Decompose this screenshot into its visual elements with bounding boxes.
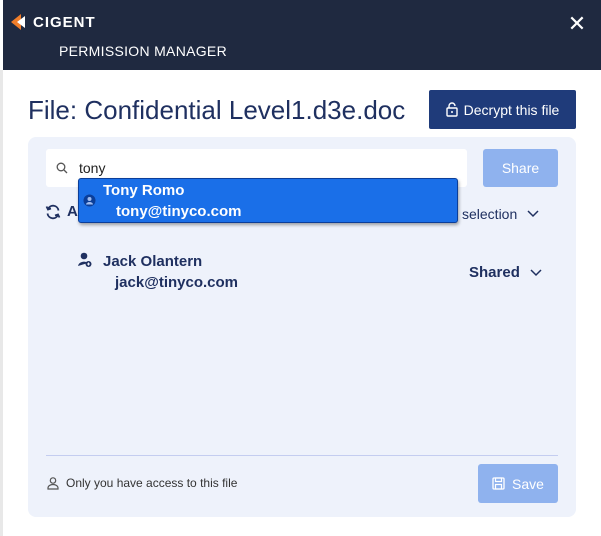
bulk-selection-label: selection [462, 206, 518, 222]
cigent-logo: CIGENT [11, 12, 96, 32]
permission-label: Shared [469, 264, 520, 281]
save-button[interactable]: Save [478, 464, 558, 503]
user-row: Jack Olantern jack@tinyco.com Shared [76, 250, 556, 300]
access-note-text: Only you have access to this file [66, 476, 238, 490]
bulk-selection-dropdown[interactable]: selection [462, 206, 539, 222]
search-icon [56, 162, 68, 174]
list-header-label: A [67, 203, 78, 220]
suggestion-email: tony@tinyco.com [116, 203, 242, 220]
window-edge [0, 70, 3, 536]
user-shared-icon [78, 252, 92, 267]
user-suggestion-item[interactable]: Tony Romo tony@tinyco.com [78, 178, 458, 223]
save-icon [492, 477, 505, 490]
access-note: Only you have access to this file [47, 476, 237, 490]
user-name: Jack Olantern [103, 253, 203, 270]
unlock-icon [445, 102, 458, 117]
suggestion-name: Tony Romo [103, 182, 185, 199]
permission-manager-window: CIGENT PERMISSION MANAGER ✕ File: Confid… [0, 0, 601, 536]
user-email: jack@tinyco.com [115, 274, 239, 291]
logo-text: CIGENT [33, 13, 96, 31]
permission-dropdown[interactable]: Shared [469, 264, 542, 281]
file-title: File: Confidential Level1.d3e.doc [28, 95, 406, 125]
user-avatar-icon [83, 194, 96, 207]
person-icon [47, 476, 59, 490]
chevron-down-icon [527, 210, 539, 218]
refresh-icon[interactable] [45, 204, 61, 220]
list-header: A [45, 203, 78, 220]
user-search-input[interactable] [79, 158, 459, 178]
cigent-logo-icon [11, 12, 29, 32]
decrypt-file-label: Decrypt this file [463, 101, 560, 118]
window-subtitle: PERMISSION MANAGER [59, 43, 227, 59]
share-button[interactable]: Share [483, 149, 558, 187]
title-bar: CIGENT PERMISSION MANAGER ✕ [3, 0, 601, 70]
chevron-down-icon [530, 268, 542, 276]
save-label: Save [512, 475, 544, 492]
footer-divider [46, 455, 558, 456]
decrypt-file-button[interactable]: Decrypt this file [429, 90, 576, 129]
close-button[interactable]: ✕ [567, 13, 587, 35]
